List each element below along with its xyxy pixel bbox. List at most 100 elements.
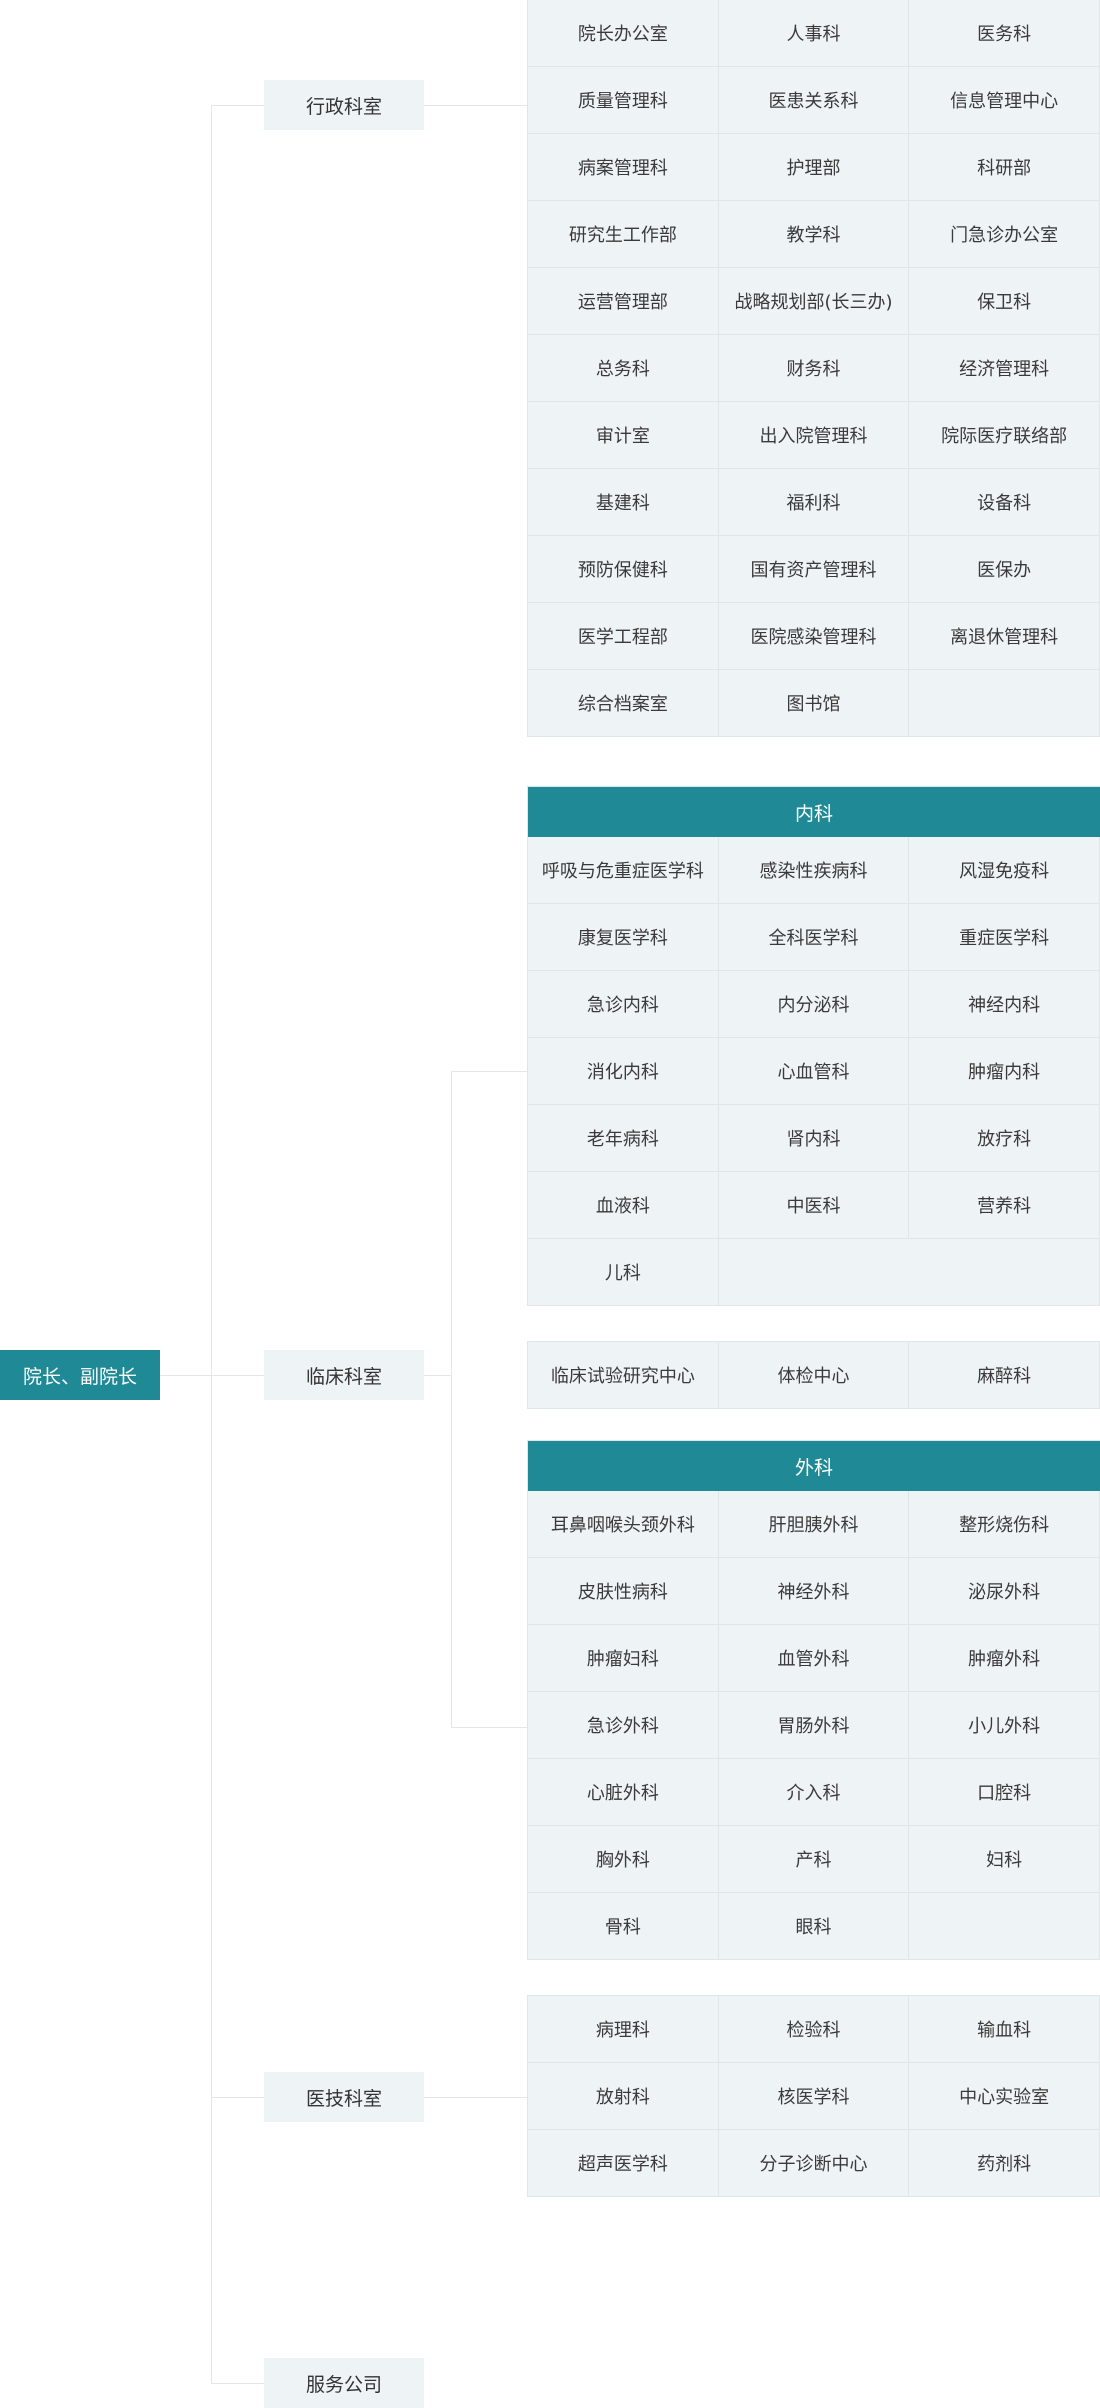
- tech-grid: 病理科 检验科 输血科放射科 核医学科 中心实验室超声医学科 分子诊断中心 药剂科: [527, 1995, 1100, 2197]
- department-cell[interactable]: 科研部: [909, 134, 1100, 201]
- department-cell[interactable]: 血液科: [528, 1172, 719, 1239]
- department-cell[interactable]: 儿科: [528, 1239, 719, 1306]
- department-cell[interactable]: 全科医学科: [718, 904, 910, 971]
- department-cell[interactable]: 医学工程部: [528, 603, 719, 670]
- department-cell[interactable]: 肿瘤内科: [909, 1038, 1100, 1105]
- department-cell[interactable]: 出入院管理科: [718, 402, 910, 469]
- department-cell[interactable]: 医保办: [909, 536, 1100, 603]
- department-cell[interactable]: 胃肠外科: [718, 1692, 910, 1759]
- department-cell[interactable]: 医患关系科: [718, 67, 910, 134]
- department-cell[interactable]: 体检中心: [718, 1342, 910, 1409]
- department-cell[interactable]: 肿瘤外科: [909, 1625, 1100, 1692]
- group-header[interactable]: 内科: [528, 787, 1100, 837]
- department-cell[interactable]: 介入科: [718, 1759, 910, 1826]
- department-cell[interactable]: 消化内科: [528, 1038, 719, 1105]
- department-cell[interactable]: 门急诊办公室: [909, 201, 1100, 268]
- branch-service[interactable]: 服务公司: [264, 2358, 424, 2408]
- department-cell[interactable]: 质量管理科: [528, 67, 719, 134]
- department-cell[interactable]: 图书馆: [718, 670, 910, 737]
- department-cell[interactable]: 药剂科: [909, 2130, 1100, 2197]
- department-cell[interactable]: 神经外科: [718, 1558, 910, 1625]
- department-cell[interactable]: 基建科: [528, 469, 719, 536]
- department-cell[interactable]: 风湿免疫科: [909, 837, 1100, 904]
- admin-grid: 院长办公室 人事科 医务科质量管理科 医患关系科 信息管理中心病案管理科 护理部 科研部研究…: [527, 0, 1100, 737]
- branch-tech[interactable]: 医技科室: [264, 2072, 424, 2122]
- department-cell[interactable]: 运营管理部: [528, 268, 719, 335]
- branch-clinical[interactable]: 临床科室: [264, 1350, 424, 1400]
- department-cell[interactable]: 心血管科: [718, 1038, 910, 1105]
- department-cell[interactable]: 教学科: [718, 201, 910, 268]
- department-cell[interactable]: 院长办公室: [528, 0, 719, 67]
- department-cell[interactable]: 整形烧伤科: [909, 1491, 1100, 1558]
- department-cell[interactable]: 临床试验研究中心: [528, 1342, 719, 1409]
- connector-root: [160, 1375, 211, 1376]
- department-cell[interactable]: 心脏外科: [528, 1759, 719, 1826]
- department-cell[interactable]: 输血科: [909, 1996, 1100, 2063]
- department-cell[interactable]: 妇科: [909, 1826, 1100, 1893]
- department-cell[interactable]: 耳鼻咽喉头颈外科: [528, 1491, 719, 1558]
- department-cell[interactable]: 保卫科: [909, 268, 1100, 335]
- department-cell[interactable]: 麻醉科: [909, 1342, 1100, 1409]
- department-cell[interactable]: 重症医学科: [909, 904, 1100, 971]
- department-cell[interactable]: 护理部: [718, 134, 910, 201]
- connector-trunk: [211, 105, 212, 2384]
- connector-admin-grid: [424, 105, 527, 106]
- group-header[interactable]: 外科: [528, 1441, 1100, 1491]
- department-cell[interactable]: 离退休管理科: [909, 603, 1100, 670]
- department-cell[interactable]: 经济管理科: [909, 335, 1100, 402]
- department-cell: [718, 1239, 1100, 1306]
- department-cell[interactable]: 财务科: [718, 335, 910, 402]
- department-cell[interactable]: 康复医学科: [528, 904, 719, 971]
- department-cell[interactable]: 小儿外科: [909, 1692, 1100, 1759]
- connector-clinical-vertical: [451, 1071, 452, 1727]
- department-cell: [909, 670, 1100, 737]
- department-cell[interactable]: 放射科: [528, 2063, 719, 2130]
- department-cell[interactable]: 肿瘤妇科: [528, 1625, 719, 1692]
- department-cell[interactable]: 皮肤性病科: [528, 1558, 719, 1625]
- department-cell[interactable]: 病理科: [528, 1996, 719, 2063]
- department-cell[interactable]: 病案管理科: [528, 134, 719, 201]
- connector-admin: [211, 105, 264, 106]
- department-cell[interactable]: 产科: [718, 1826, 910, 1893]
- department-cell[interactable]: 放疗科: [909, 1105, 1100, 1172]
- branch-admin[interactable]: 行政科室: [264, 80, 424, 130]
- department-cell[interactable]: 肝胆胰外科: [718, 1491, 910, 1558]
- department-cell[interactable]: 核医学科: [718, 2063, 910, 2130]
- department-cell[interactable]: 急诊内科: [528, 971, 719, 1038]
- department-cell[interactable]: 预防保健科: [528, 536, 719, 603]
- department-cell[interactable]: 超声医学科: [528, 2130, 719, 2197]
- department-cell[interactable]: 研究生工作部: [528, 201, 719, 268]
- department-cell[interactable]: 胸外科: [528, 1826, 719, 1893]
- department-cell[interactable]: 福利科: [718, 469, 910, 536]
- department-cell[interactable]: 营养科: [909, 1172, 1100, 1239]
- department-cell[interactable]: 老年病科: [528, 1105, 719, 1172]
- department-cell[interactable]: 战略规划部(长三办): [718, 268, 910, 335]
- department-cell[interactable]: 眼科: [718, 1893, 910, 1960]
- root-node[interactable]: 院长、副院长: [0, 1350, 160, 1400]
- department-cell[interactable]: 血管外科: [718, 1625, 910, 1692]
- department-cell[interactable]: 分子诊断中心: [718, 2130, 910, 2197]
- department-cell[interactable]: 设备科: [909, 469, 1100, 536]
- department-cell[interactable]: 中心实验室: [909, 2063, 1100, 2130]
- department-cell[interactable]: 神经内科: [909, 971, 1100, 1038]
- department-cell[interactable]: 审计室: [528, 402, 719, 469]
- department-cell[interactable]: 医务科: [909, 0, 1100, 67]
- department-cell[interactable]: 肾内科: [718, 1105, 910, 1172]
- department-cell[interactable]: 综合档案室: [528, 670, 719, 737]
- department-cell[interactable]: 泌尿外科: [909, 1558, 1100, 1625]
- department-cell[interactable]: 急诊外科: [528, 1692, 719, 1759]
- department-cell[interactable]: 内分泌科: [718, 971, 910, 1038]
- department-cell[interactable]: 国有资产管理科: [718, 536, 910, 603]
- department-cell[interactable]: 院际医疗联络部: [909, 402, 1100, 469]
- department-cell[interactable]: 信息管理中心: [909, 67, 1100, 134]
- department-cell[interactable]: 呼吸与危重症医学科: [528, 837, 719, 904]
- department-cell[interactable]: 感染性疾病科: [718, 837, 910, 904]
- department-cell[interactable]: 人事科: [718, 0, 910, 67]
- department-cell[interactable]: 骨科: [528, 1893, 719, 1960]
- connector-surgery: [451, 1727, 527, 1728]
- department-cell[interactable]: 口腔科: [909, 1759, 1100, 1826]
- department-cell[interactable]: 医院感染管理科: [718, 603, 910, 670]
- department-cell[interactable]: 中医科: [718, 1172, 910, 1239]
- department-cell[interactable]: 总务科: [528, 335, 719, 402]
- department-cell[interactable]: 检验科: [718, 1996, 910, 2063]
